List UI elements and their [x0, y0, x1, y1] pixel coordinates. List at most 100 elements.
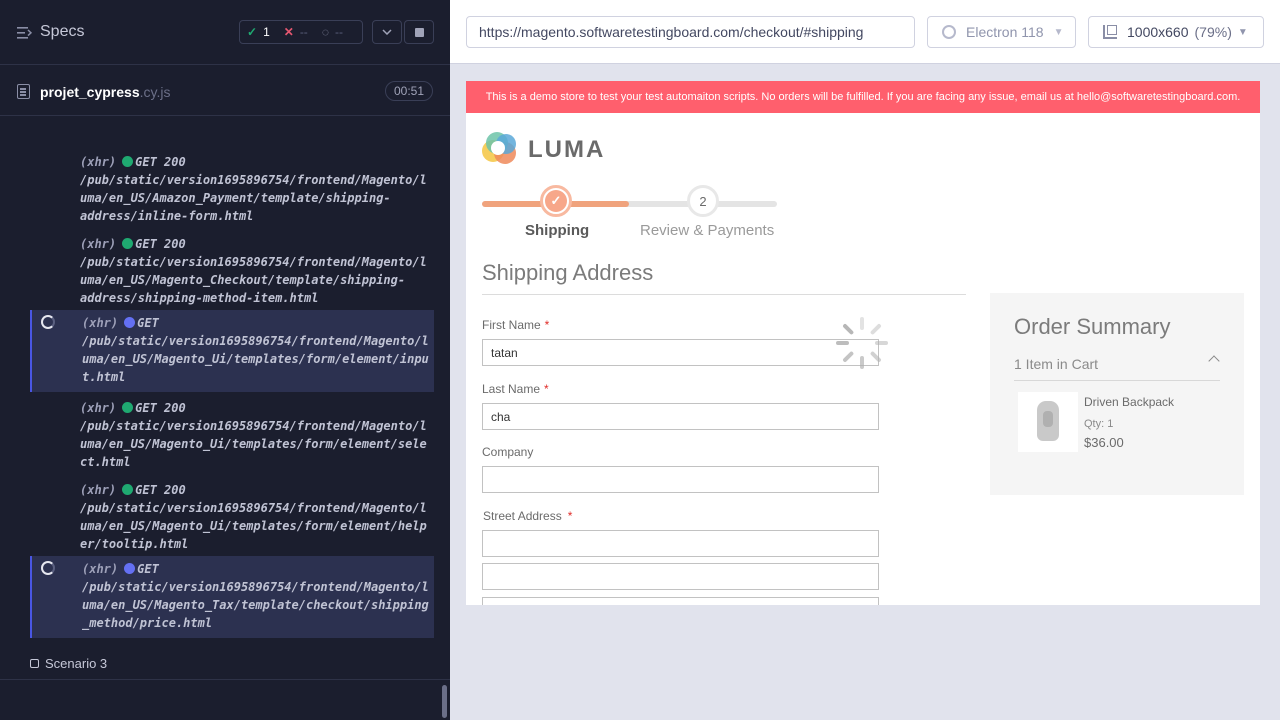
failed-stat: ✕ --	[277, 25, 315, 39]
entry-url-line: uma/en_US/Magento_Tax/template/checkout/…	[82, 598, 429, 612]
passed-count: 1	[263, 25, 270, 39]
street-address-label-text: Street Address	[483, 509, 562, 523]
loading-icon	[41, 315, 55, 329]
step-shipping-label: Shipping	[525, 222, 590, 239]
check-icon: ✓	[545, 190, 567, 212]
items-in-cart-toggle[interactable]: 1 Item in Cart	[1014, 356, 1098, 372]
entry-kind: (xhr)	[82, 562, 119, 576]
entry-url-line: uma/en_US/Magento_Ui/templates/form/elem…	[80, 437, 427, 451]
scenario-checkbox-icon	[30, 659, 39, 668]
entry-url-line: /pub/static/version1695896754/frontend/M…	[80, 419, 427, 433]
spec-file-bar: projet_cypress.cy.js 00:51	[0, 66, 450, 116]
company-input[interactable]	[482, 466, 879, 493]
loading-spinner-icon	[836, 317, 888, 369]
entry-kind: (xhr)	[80, 401, 117, 415]
product-image	[1018, 392, 1078, 452]
scenario-item[interactable]: Scenario 3	[30, 656, 107, 671]
command-log-entry[interactable]: (xhr) GET/pub/static/version1695896754/fr…	[30, 556, 434, 638]
command-log-entry[interactable]: (xhr) GET/pub/static/version1695896754/fr…	[30, 310, 434, 392]
chevron-down-icon: ▼	[1237, 26, 1248, 38]
first-name-input[interactable]: tatan	[482, 339, 879, 366]
url-bar[interactable]: https://magento.softwaretestingboard.com…	[466, 16, 915, 48]
demo-store-banner: This is a demo store to test your test a…	[466, 81, 1260, 113]
street-address-label: Street Address *	[483, 509, 572, 523]
step-review-label[interactable]: Review & Payments	[640, 222, 774, 239]
chevron-down-icon: ▼	[1053, 26, 1064, 38]
entry-header: (xhr) GET 200	[80, 153, 434, 171]
viewport-icon	[1103, 25, 1117, 39]
product-qty: Qty: 1	[1084, 418, 1114, 430]
backpack-icon	[1037, 401, 1059, 441]
entry-kind: (xhr)	[80, 237, 117, 251]
entry-url-line: er/tooltip.html	[80, 537, 189, 551]
entry-url-line: address/inline-form.html	[80, 209, 254, 223]
entry-url-line: t.html	[82, 370, 126, 384]
spec-file-name[interactable]: projet_cypress.cy.js	[40, 84, 170, 100]
spinner-blade	[869, 323, 882, 336]
entry-status: 200	[164, 483, 186, 497]
entry-url-line: _method/price.html	[82, 616, 213, 630]
stop-button[interactable]	[404, 20, 434, 44]
entry-header: (xhr) GET 200	[80, 481, 434, 499]
entry-method: GET	[137, 316, 159, 330]
spinner-blade	[875, 341, 888, 345]
command-log-entry[interactable]: (xhr) GET 200/pub/static/version169589675…	[30, 399, 434, 477]
test-stats: ✓ 1 ✕ -- ◌ --	[239, 20, 363, 44]
entry-status: 200	[164, 401, 186, 415]
street-address-line-2[interactable]	[482, 563, 879, 590]
command-log-entry[interactable]: uma/en_US/Magento_Ui/templates/group/gro…	[30, 116, 434, 134]
logo-text[interactable]: LUMA	[528, 136, 605, 164]
log-scrollbar[interactable]	[442, 685, 447, 718]
viewport-selector[interactable]: 1000x660 (79%) ▼	[1088, 16, 1264, 48]
success-status-dot-icon	[122, 484, 134, 495]
pending-stat: ◌ --	[315, 25, 350, 39]
collapse-button[interactable]	[372, 20, 402, 44]
spinner-blade	[860, 317, 864, 330]
entry-method: GET	[135, 155, 157, 169]
viewport-zoom: (79%)	[1194, 24, 1232, 40]
entry-url-line: /pub/static/version1695896754/frontend/M…	[80, 173, 427, 187]
entry-header: (xhr) GET 200	[80, 399, 434, 417]
command-log-entry[interactable]: (xhr) GET 200/pub/static/version169589675…	[30, 481, 434, 559]
cypress-runner-panel: Specs ✓ 1 ✕ -- ◌ -- projet_cypress.cy.js	[0, 0, 450, 720]
entry-status: 200	[164, 155, 186, 169]
street-address-line-1[interactable]	[482, 530, 879, 557]
entry-url-line: uma/en_US/Magento_Ui/templates/form/elem…	[82, 352, 429, 366]
entry-url-line: uma/en_US/Magento_Ui/templates/form/elem…	[80, 519, 427, 533]
required-marker: *	[544, 318, 550, 332]
luma-logo-icon[interactable]	[482, 132, 518, 166]
company-label: Company	[482, 445, 533, 459]
command-log-entry[interactable]: (xhr) GET 200/pub/static/version169589675…	[30, 235, 434, 313]
product-price: $36.00	[1084, 435, 1124, 450]
command-log[interactable]: uma/en_US/Magento_Ui/templates/group/gro…	[30, 116, 434, 646]
specs-title[interactable]: Specs	[40, 23, 84, 41]
entry-method: GET	[135, 483, 157, 497]
chevron-up-icon[interactable]	[1208, 355, 1220, 367]
entry-header: (xhr) GET 200	[80, 235, 434, 253]
step-shipping[interactable]: ✓	[540, 185, 572, 217]
browser-selector[interactable]: Electron 118 ▼	[927, 16, 1076, 48]
order-summary-title: Order Summary	[1014, 314, 1171, 339]
specs-list-icon[interactable]	[17, 27, 32, 39]
spinner-blade	[836, 341, 849, 345]
step-review-payments[interactable]: 2	[687, 185, 719, 217]
pending-count: --	[334, 25, 343, 39]
entry-kind: (xhr)	[80, 483, 117, 497]
required-marker: *	[544, 382, 549, 396]
command-log-entry[interactable]: (xhr) GET 200/pub/static/version169589675…	[30, 153, 434, 231]
last-name-label: Last Name *	[482, 382, 549, 396]
shipping-address-title: Shipping Address	[482, 260, 654, 285]
stop-icon	[414, 27, 424, 37]
spec-file-basename: projet_cypress	[40, 84, 140, 100]
entry-method: GET	[135, 237, 157, 251]
runner-header: Specs ✓ 1 ✕ -- ◌ --	[0, 0, 450, 65]
street-address-line-3[interactable]	[482, 597, 879, 605]
spinner-blade	[869, 350, 882, 363]
last-name-input[interactable]: cha	[482, 403, 879, 430]
entry-url-line: uma/en_US/Amazon_Payment/template/shippi…	[80, 191, 391, 205]
run-timer: 00:51	[385, 81, 433, 101]
order-summary: Order Summary 1 Item in Cart Driven Back…	[990, 293, 1244, 495]
entry-header: (xhr) GET	[82, 560, 434, 578]
divider	[482, 294, 966, 295]
product-name: Driven Backpack	[1084, 395, 1175, 409]
